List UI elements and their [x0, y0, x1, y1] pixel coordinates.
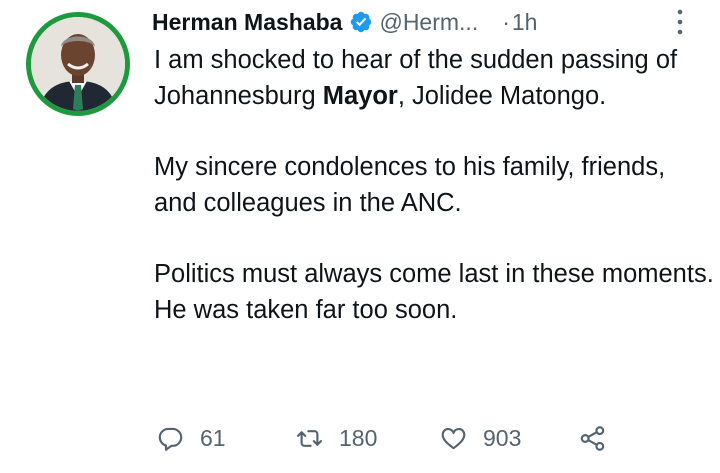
more-options-icon[interactable] — [674, 8, 686, 36]
heart-icon — [441, 427, 466, 449]
avatar[interactable] — [26, 12, 130, 116]
author-name[interactable]: Herman Mashaba — [152, 9, 342, 36]
tweet-text: I am shocked to hear of the sudden passi… — [154, 42, 714, 328]
author-handle[interactable]: @Herm... — [379, 9, 478, 36]
retweet-button[interactable]: 180 — [296, 420, 377, 456]
like-button[interactable]: 903 — [440, 420, 521, 456]
verified-badge-icon — [351, 11, 372, 33]
reply-button[interactable]: 61 — [157, 420, 226, 456]
tweet-paragraph-1: I am shocked to hear of the sudden passi… — [154, 46, 678, 110]
retweet-icon — [296, 429, 323, 447]
avatar-photo — [31, 17, 125, 111]
tweet-paragraph-3: Politics must always come last in these … — [154, 260, 714, 324]
retweet-count: 180 — [339, 424, 378, 451]
share-button[interactable] — [579, 420, 606, 456]
tweet-paragraph-2: My sincere condolences to his family, fr… — [154, 153, 666, 217]
reply-icon — [158, 427, 183, 451]
separator-dot: · — [502, 8, 510, 35]
bold-word: Mayor — [322, 82, 398, 110]
timestamp[interactable]: 1h — [512, 9, 538, 36]
tweet-header: Herman Mashaba @Herm... · 1h — [152, 5, 537, 39]
tweet-actions: 61 180 903 — [157, 420, 637, 456]
share-icon — [580, 425, 605, 451]
like-count: 903 — [483, 424, 522, 451]
person-portrait-icon — [31, 17, 125, 111]
reply-count: 61 — [200, 424, 226, 451]
